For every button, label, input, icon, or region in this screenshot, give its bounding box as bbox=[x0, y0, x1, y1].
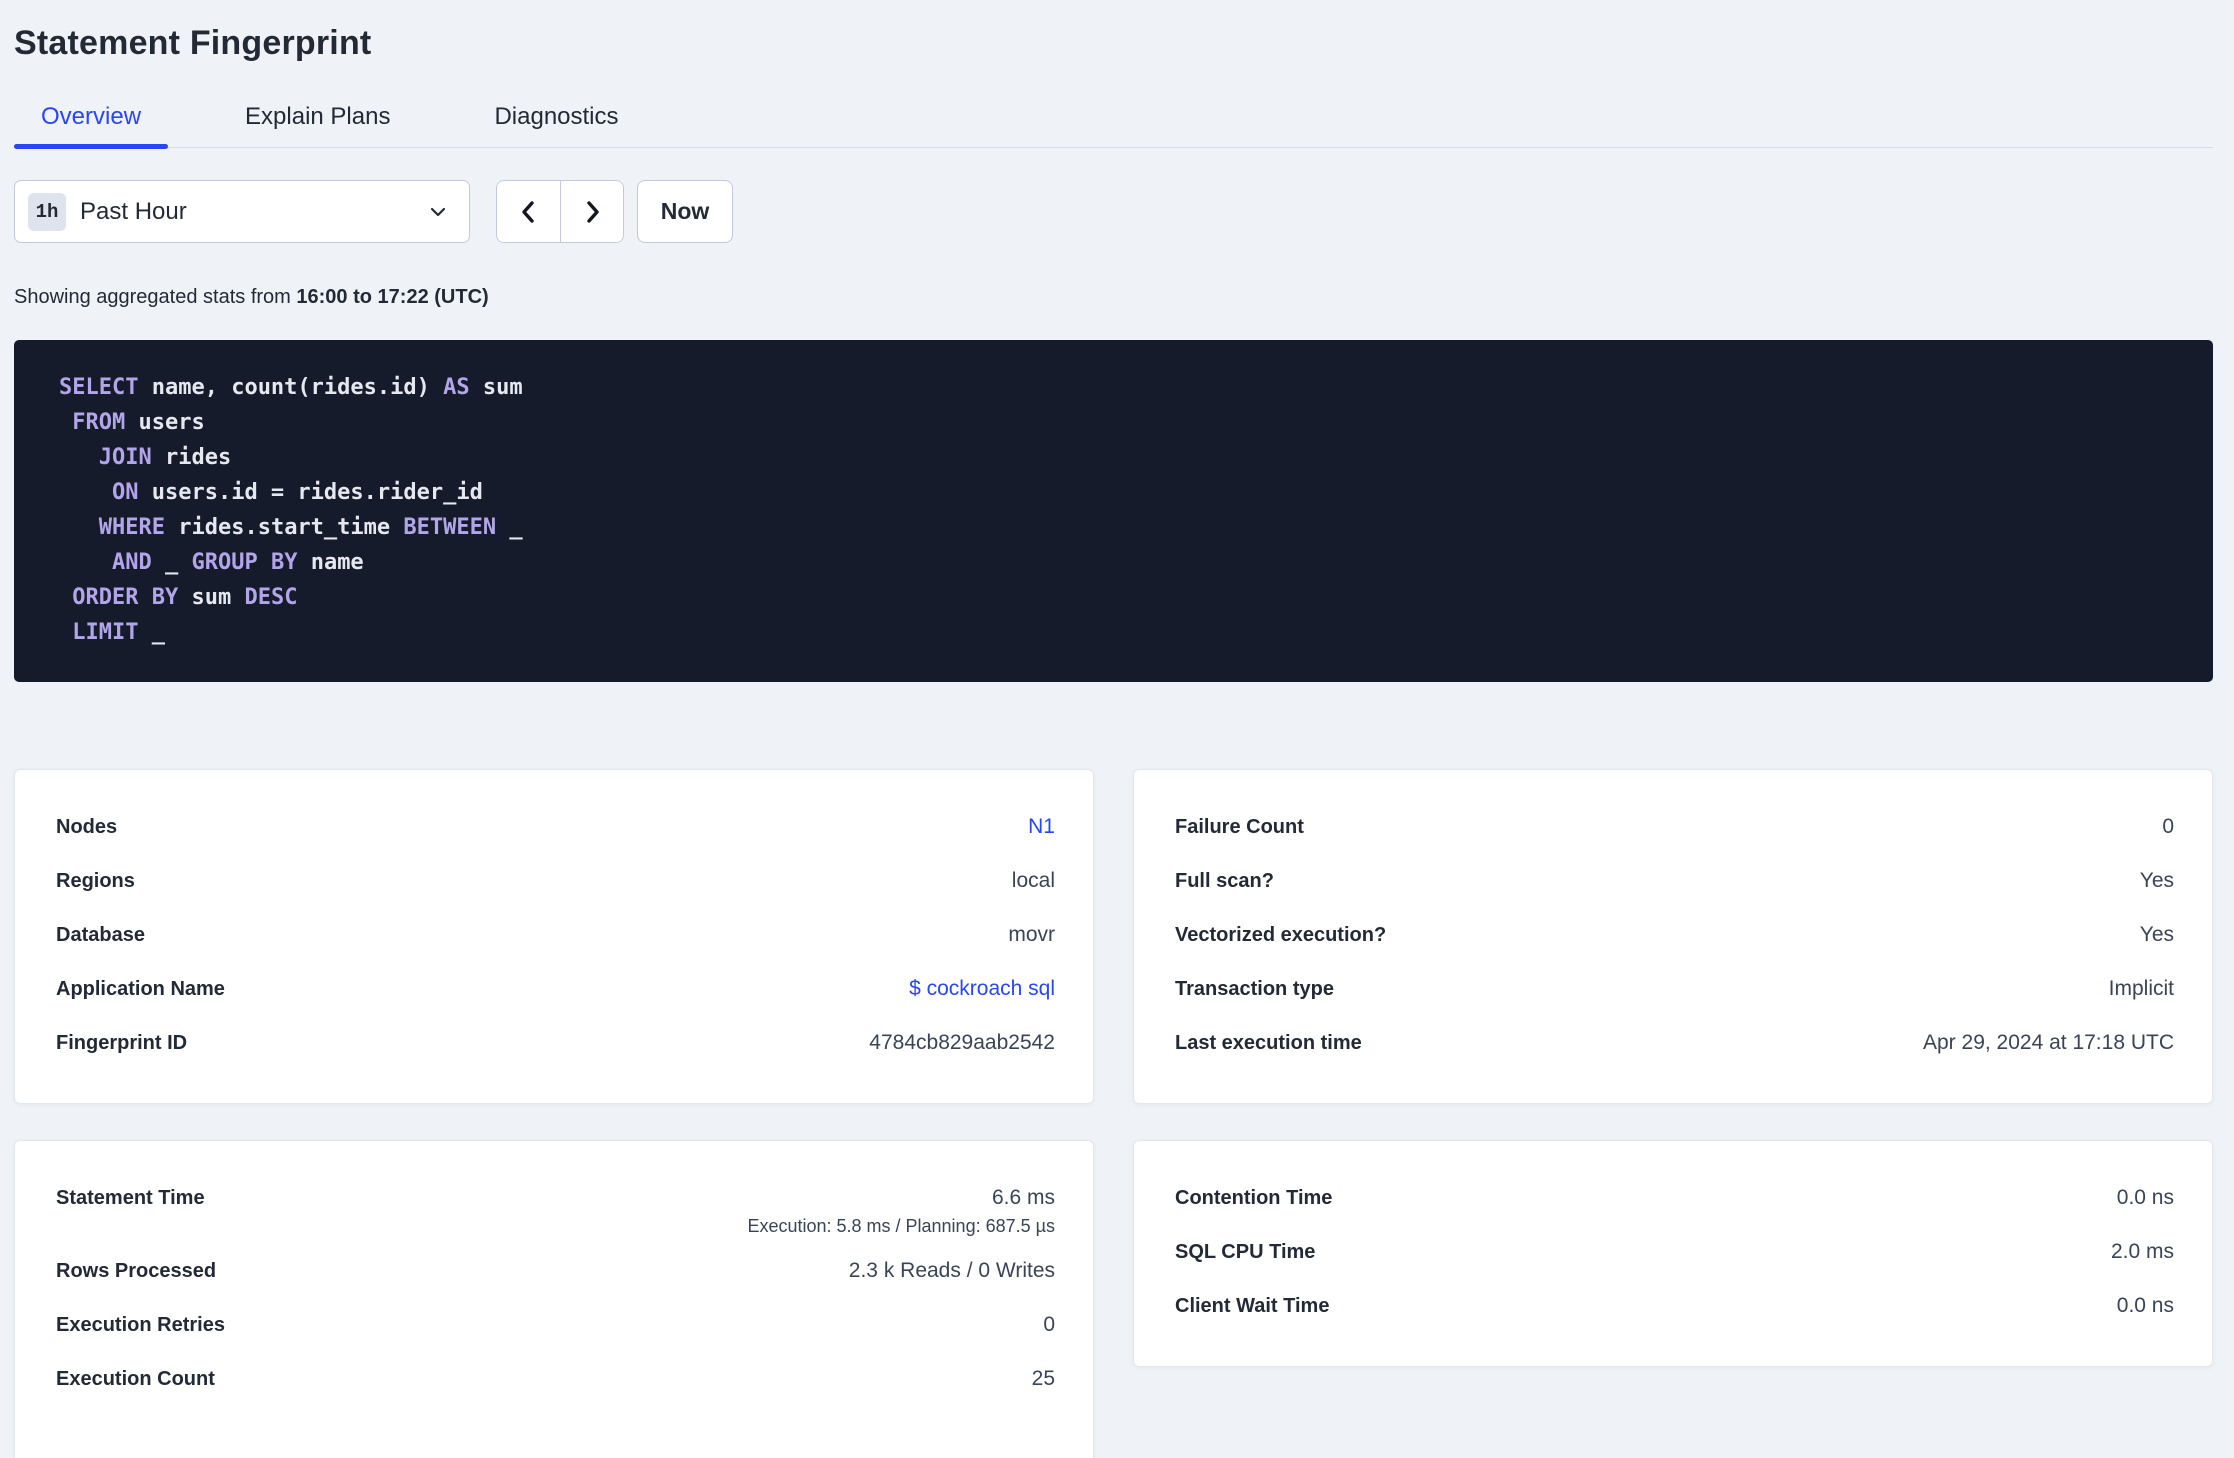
tab-overview[interactable]: Overview bbox=[14, 93, 169, 149]
stat-value: Apr 29, 2024 at 17:18 UTC bbox=[1923, 1031, 2174, 1054]
stat-row: Execution Count 25 bbox=[56, 1352, 1055, 1406]
stat-label: Client Wait Time bbox=[1175, 1295, 1330, 1317]
stat-value: 6.6 ms bbox=[991, 1186, 1055, 1209]
caption-prefix: Showing aggregated stats from bbox=[14, 286, 291, 308]
stat-sub-value: Execution: 5.8 ms / Planning: 687.5 µs bbox=[747, 1216, 1055, 1236]
stat-value-link[interactable]: N1 bbox=[1028, 815, 1055, 839]
summary-cards: Nodes N1 Regions local Database movr Applicati… bbox=[14, 769, 2213, 1458]
tab-diagnostics[interactable]: Diagnostics bbox=[467, 93, 645, 147]
caption-range: 16:00 to 17:22 (UTC) bbox=[296, 286, 489, 308]
stat-row: Vectorized execution? Yes bbox=[1175, 908, 2174, 962]
stat-row: Contention Time 0.0 ns bbox=[1175, 1171, 2174, 1225]
statement-times-card: Statement Time 6.6 ms Execution: 5.8 ms / … bbox=[14, 1140, 1094, 1458]
stat-label: Vectorized execution? bbox=[1175, 924, 1387, 946]
stat-label: Transaction type bbox=[1175, 978, 1334, 1000]
aggregated-stats-caption: Showing aggregated stats from 16:00 to 1… bbox=[14, 286, 2213, 309]
tab-explain-plans[interactable]: Explain Plans bbox=[218, 93, 417, 147]
stat-row: Rows Processed 2.3 k Reads / 0 Writes bbox=[56, 1244, 1055, 1298]
stat-value: movr bbox=[1008, 923, 1055, 946]
stat-label: Database bbox=[56, 924, 145, 946]
sql-statement-code: SELECT name, count(rides.id) AS sum FROM… bbox=[59, 370, 2193, 650]
chevron-down-icon bbox=[427, 201, 449, 223]
stat-value: 0 bbox=[1043, 1313, 1055, 1336]
stat-label: Application Name bbox=[56, 978, 225, 1000]
stat-label: Regions bbox=[56, 870, 135, 892]
stat-label: Execution Retries bbox=[56, 1314, 225, 1336]
stat-value: Implicit bbox=[2108, 977, 2174, 1000]
stat-value: 0 bbox=[2162, 815, 2174, 838]
stat-value: Yes bbox=[2139, 869, 2174, 892]
stat-row: Execution Retries 0 bbox=[56, 1298, 1055, 1352]
stat-row: Client Wait Time 0.0 ns bbox=[1175, 1279, 2174, 1333]
sql-statement-box: SELECT name, count(rides.id) AS sum FROM… bbox=[14, 340, 2213, 682]
stat-row: Failure Count 0 bbox=[1175, 800, 2174, 854]
execution-attributes-card: Failure Count 0 Full scan? Yes Vectorized ex… bbox=[1133, 769, 2213, 1104]
sql-line: ON users.id = rides.rider_id bbox=[111, 480, 483, 505]
stat-value: local bbox=[1011, 869, 1055, 892]
stat-label: Contention Time bbox=[1175, 1187, 1333, 1209]
stat-value: 4784cb829aab2542 bbox=[869, 1031, 1055, 1054]
stat-value: 25 bbox=[1031, 1367, 1055, 1390]
statement-details-card: Nodes N1 Regions local Database movr Applicati… bbox=[14, 769, 1094, 1104]
time-range-badge: 1h bbox=[28, 192, 66, 231]
stat-row: SQL CPU Time 2.0 ms bbox=[1175, 1225, 2174, 1279]
time-range-current: 1h Past Hour bbox=[28, 192, 187, 231]
stat-label: Statement Time bbox=[56, 1187, 205, 1209]
wait-times-card: Contention Time 0.0 ns SQL CPU Time 2.0 ms C… bbox=[1133, 1140, 2213, 1367]
stat-value: 0.0 ns bbox=[2116, 1186, 2174, 1209]
time-range-label: Past Hour bbox=[80, 197, 187, 225]
previous-range-button[interactable] bbox=[497, 181, 560, 242]
stat-label: Failure Count bbox=[1175, 816, 1304, 838]
stat-row: Regions local bbox=[56, 854, 1055, 908]
tab-bar: Overview Explain Plans Diagnostics bbox=[14, 93, 2213, 149]
page-title: Statement Fingerprint bbox=[14, 24, 372, 62]
stat-row: Transaction type Implicit bbox=[1175, 962, 2174, 1016]
stat-label: Fingerprint ID bbox=[56, 1032, 188, 1054]
stat-value-link[interactable]: $ cockroach sql bbox=[909, 977, 1055, 1001]
chevron-left-icon bbox=[516, 199, 542, 225]
sql-line: ORDER BY sum DESC bbox=[72, 585, 298, 610]
stat-row: Last execution time Apr 29, 2024 at 17:18… bbox=[1175, 1016, 2174, 1070]
time-range-nav bbox=[496, 180, 624, 243]
sql-line: JOIN rides bbox=[98, 445, 232, 470]
now-button[interactable]: Now bbox=[637, 180, 733, 243]
stat-value: 0.0 ns bbox=[2116, 1294, 2174, 1317]
stat-label: Full scan? bbox=[1175, 870, 1274, 892]
stat-row: Database movr bbox=[56, 908, 1055, 962]
next-range-button[interactable] bbox=[560, 181, 623, 242]
stat-label: Rows Processed bbox=[56, 1260, 217, 1282]
stat-label: SQL CPU Time bbox=[1175, 1241, 1316, 1263]
stat-row: Full scan? Yes bbox=[1175, 854, 2174, 908]
page: Statement Fingerprint Overview Explain Pl… bbox=[14, 0, 2213, 1458]
stat-value: Yes bbox=[2139, 923, 2174, 946]
stat-label: Nodes bbox=[56, 816, 118, 838]
stat-value: 2.3 k Reads / 0 Writes bbox=[848, 1259, 1055, 1282]
sql-line: AND _ GROUP BY name bbox=[111, 550, 364, 575]
stat-row: Application Name $ cockroach sql bbox=[56, 962, 1055, 1016]
stat-label: Last execution time bbox=[1175, 1032, 1362, 1054]
sql-line: FROM users bbox=[72, 410, 205, 435]
stat-row: Nodes N1 bbox=[56, 800, 1055, 854]
stat-value: 2.0 ms bbox=[2110, 1240, 2174, 1263]
sql-line: WHERE rides.start_time BETWEEN _ bbox=[98, 515, 523, 540]
time-controls: 1h Past Hour Now bbox=[14, 180, 2213, 243]
chevron-right-icon bbox=[579, 199, 605, 225]
stat-row: Fingerprint ID 4784cb829aab2542 bbox=[56, 1016, 1055, 1070]
stat-label: Execution Count bbox=[56, 1368, 215, 1390]
sql-line: SELECT name, count(rides.id) AS sum bbox=[59, 375, 523, 400]
time-range-select[interactable]: 1h Past Hour bbox=[14, 180, 470, 243]
sql-line: LIMIT _ bbox=[72, 620, 165, 645]
